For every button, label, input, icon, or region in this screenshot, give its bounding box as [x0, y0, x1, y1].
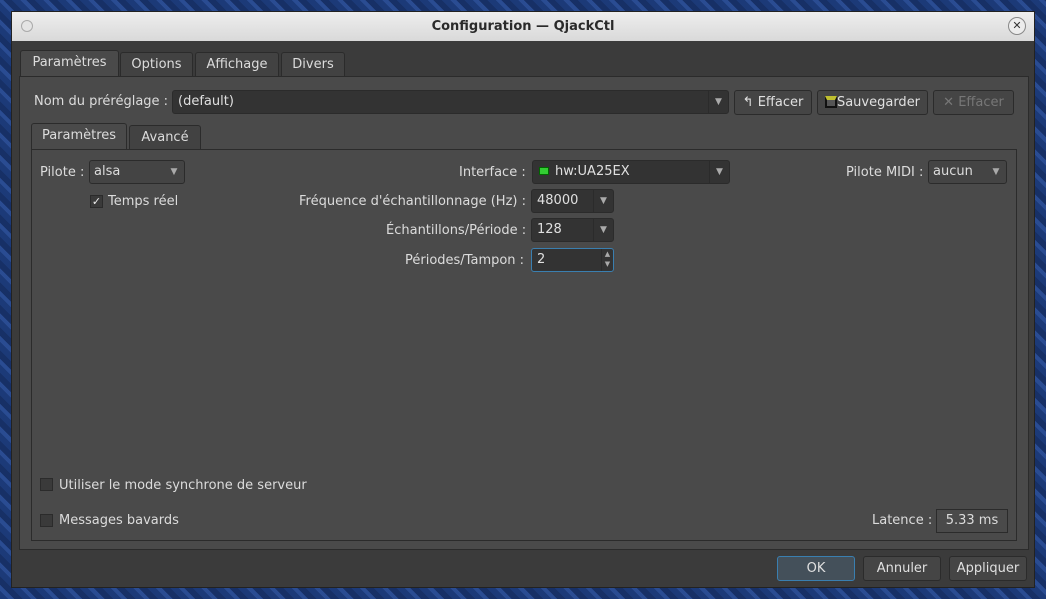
spin-arrows-icon[interactable]: ▲ ▼ — [601, 249, 613, 271]
driver-combo[interactable]: alsa ▼ — [89, 160, 185, 184]
preset-combo[interactable]: (default) ▼ — [172, 90, 729, 114]
close-icon[interactable]: ✕ — [1008, 17, 1026, 35]
rate-combo[interactable]: 48000 ▼ — [531, 189, 614, 213]
tab-affichage[interactable]: Affichage — [195, 52, 279, 78]
periods-spinbox[interactable]: 2 ▲ ▼ — [531, 248, 614, 272]
verbose-checkbox[interactable] — [40, 514, 53, 527]
apply-button[interactable]: Appliquer — [949, 556, 1027, 581]
chevron-down-icon: ▼ — [992, 167, 1000, 177]
verbose-label: Messages bavards — [59, 513, 179, 528]
chevron-down-icon: ▼ — [709, 161, 729, 183]
subtab-avance[interactable]: Avancé — [129, 125, 201, 151]
chevron-down-icon: ▼ — [170, 167, 178, 177]
latency-value: 5.33 ms — [936, 509, 1008, 533]
realtime-checkbox[interactable]: ✓ — [90, 195, 103, 208]
rate-label: Fréquence d'échantillonnage (Hz) : — [299, 194, 526, 209]
delete-preset-button[interactable]: ✕ Effacer — [933, 90, 1014, 115]
undo-icon: ↰ — [742, 95, 754, 110]
tab-options[interactable]: Options — [120, 52, 193, 78]
tab-divers[interactable]: Divers — [281, 52, 345, 78]
floppy-icon — [824, 96, 837, 108]
save-preset-button[interactable]: Sauvegarder — [817, 90, 928, 115]
frames-combo[interactable]: 128 ▼ — [531, 218, 614, 242]
window-menu-icon[interactable] — [21, 20, 33, 32]
chevron-down-icon: ▼ — [593, 219, 613, 241]
periods-label: Périodes/Tampon : — [405, 253, 525, 268]
cancel-button[interactable]: Annuler — [863, 556, 941, 581]
clear-preset-button[interactable]: ↰ Effacer — [734, 90, 812, 115]
latency-label: Latence : — [872, 513, 933, 528]
x-icon: ✕ — [943, 95, 955, 110]
title-bar[interactable]: Configuration — QjackCtl — [12, 12, 1034, 41]
midi-combo[interactable]: aucun ▼ — [928, 160, 1007, 184]
frames-label: Échantillons/Période : — [386, 223, 527, 238]
sync-checkbox[interactable] — [40, 478, 53, 491]
window-title: Configuration — QjackCtl — [431, 19, 615, 34]
interface-combo[interactable]: hw:UA25EX ▼ — [532, 160, 730, 184]
chevron-down-icon: ▼ — [593, 190, 613, 212]
interface-label: Interface : — [459, 165, 526, 180]
driver-label: Pilote : — [40, 165, 85, 180]
config-dialog: Configuration — QjackCtl ✕ Paramètres Op… — [11, 11, 1035, 588]
tab-parametres[interactable]: Paramètres — [20, 50, 119, 78]
midi-label: Pilote MIDI : — [846, 165, 924, 180]
ok-button[interactable]: OK — [777, 556, 855, 581]
subtab-parametres[interactable]: Paramètres — [31, 123, 127, 151]
chevron-down-icon: ▼ — [708, 91, 728, 113]
realtime-label: Temps réel — [108, 194, 179, 209]
preset-label: Nom du préréglage : — [34, 94, 169, 109]
soundcard-icon — [539, 167, 549, 175]
sync-label: Utiliser le mode synchrone de serveur — [59, 478, 307, 493]
preset-value: (default) — [178, 94, 234, 109]
